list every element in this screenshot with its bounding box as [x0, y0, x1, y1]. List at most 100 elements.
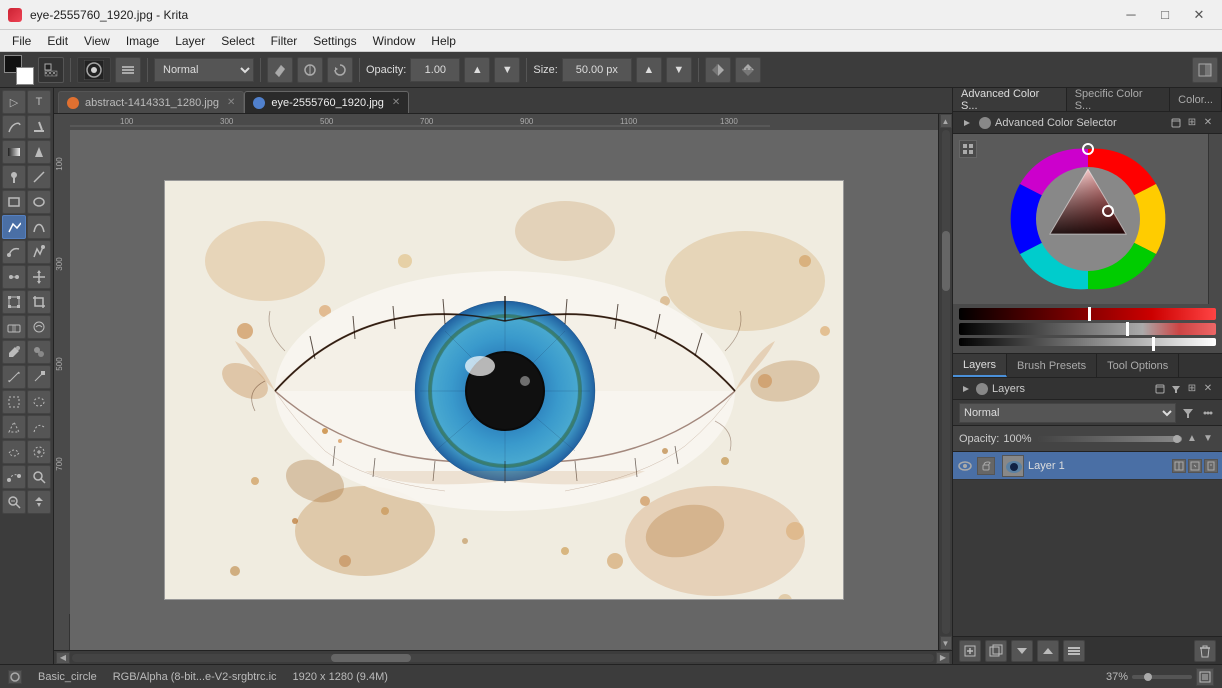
tool-select-rect[interactable]: ▷ [2, 90, 26, 114]
layers-opacity-down[interactable]: ▼ [1200, 431, 1216, 447]
eraser-button[interactable] [267, 57, 293, 83]
adv-color-collapse[interactable] [959, 115, 975, 131]
tool-select-similar[interactable] [27, 440, 51, 464]
preset-picker-button[interactable] [297, 57, 323, 83]
reset-button[interactable] [327, 57, 353, 83]
adv-color-float[interactable]: ⊞ [1184, 115, 1200, 131]
minimize-button[interactable]: ─ [1116, 5, 1146, 25]
tool-eraser[interactable] [2, 315, 26, 339]
panel-toggle-button[interactable] [1192, 57, 1218, 83]
brush-preset-preview[interactable] [77, 57, 111, 83]
tool-polyline[interactable] [2, 215, 26, 239]
vscroll-thumb[interactable] [942, 231, 950, 291]
add-layer-button[interactable] [959, 640, 981, 662]
hscroll-thumb[interactable] [331, 654, 411, 662]
close-button[interactable]: ✕ [1184, 5, 1214, 25]
layer-properties-button[interactable] [1063, 640, 1085, 662]
layers-opacity-thumb[interactable] [1173, 435, 1181, 443]
tool-multi-brush[interactable] [2, 265, 26, 289]
menu-settings[interactable]: Settings [305, 32, 364, 50]
layer-visibility[interactable] [957, 458, 973, 474]
color-grid-button[interactable] [959, 140, 977, 158]
mirror-h-button[interactable] [705, 57, 731, 83]
layers-float[interactable]: ⊞ [1184, 381, 1200, 397]
menu-select[interactable]: Select [213, 32, 262, 50]
tool-transform[interactable] [2, 290, 26, 314]
tool-dynamic-brush[interactable] [27, 240, 51, 264]
tool-brush[interactable] [2, 165, 26, 189]
tab-close-abstract[interactable]: ✕ [227, 97, 235, 108]
tool-colorize[interactable] [27, 340, 51, 364]
tool-path-edit[interactable] [27, 365, 51, 389]
vscroll-down[interactable]: ▼ [940, 636, 952, 650]
tool-line[interactable] [27, 165, 51, 189]
adv-color-close[interactable]: ✕ [1200, 115, 1216, 131]
slider-thumb-2[interactable] [1126, 322, 1129, 336]
move-layer-down-button[interactable] [1011, 640, 1033, 662]
menu-image[interactable]: Image [118, 32, 167, 50]
brush-settings-button[interactable] [115, 57, 141, 83]
layer-item[interactable]: Layer 1 [953, 452, 1222, 480]
tab-tool-options[interactable]: Tool Options [1097, 354, 1179, 377]
tool-color-picker[interactable] [2, 340, 26, 364]
size-input[interactable] [562, 58, 632, 82]
layer-action-2[interactable] [1188, 459, 1202, 473]
tool-measure[interactable] [2, 365, 26, 389]
zoom-fit-button[interactable] [1196, 668, 1214, 686]
tab-brush-presets[interactable]: Brush Presets [1007, 354, 1097, 377]
tab-layers[interactable]: Layers [953, 354, 1007, 377]
layers-filter-icon[interactable] [1168, 381, 1184, 397]
copy-layer-button[interactable] [985, 640, 1007, 662]
color-slider-3[interactable] [959, 338, 1216, 346]
color-slider-2[interactable] [959, 323, 1216, 335]
vertical-scrollbar[interactable]: ▲ ▼ [938, 114, 952, 650]
tab-eye[interactable]: eye-2555760_1920.jpg ✕ [244, 91, 409, 113]
menu-help[interactable]: Help [423, 32, 464, 50]
layers-collapse[interactable] [959, 382, 973, 396]
tool-move[interactable] [27, 265, 51, 289]
canvas-viewport[interactable] [70, 130, 938, 650]
menu-layer[interactable]: Layer [167, 32, 213, 50]
tool-select-contiguous[interactable] [2, 440, 26, 464]
hscroll-left[interactable]: ◀ [56, 652, 70, 664]
layers-opacity-bar[interactable] [1038, 436, 1183, 442]
tool-text[interactable]: T [27, 90, 51, 114]
tool-calligraphy[interactable] [27, 115, 51, 139]
mirror-v-button[interactable] [735, 57, 761, 83]
tool-zoom[interactable] [27, 465, 51, 489]
menu-filter[interactable]: Filter [263, 32, 306, 50]
color-wheel[interactable] [1008, 139, 1168, 299]
layers-close[interactable]: ✕ [1200, 381, 1216, 397]
tool-gradient[interactable] [2, 140, 26, 164]
layer-lock[interactable] [977, 457, 995, 475]
menu-window[interactable]: Window [365, 32, 424, 50]
tool-select-ellipse[interactable] [27, 390, 51, 414]
tool-fill[interactable] [27, 140, 51, 164]
vscroll-track[interactable] [942, 130, 950, 634]
color-slider-1[interactable] [959, 308, 1216, 320]
opacity-up-btn[interactable]: ▲ [464, 57, 490, 83]
tool-crop[interactable] [27, 290, 51, 314]
menu-view[interactable]: View [76, 32, 118, 50]
hscroll-track[interactable] [72, 654, 934, 662]
move-layer-up-button[interactable] [1037, 640, 1059, 662]
tab-close-eye[interactable]: ✕ [392, 97, 400, 108]
vscroll-up[interactable]: ▲ [940, 114, 952, 128]
opacity-down-btn[interactable]: ▼ [494, 57, 520, 83]
menu-edit[interactable]: Edit [39, 32, 76, 50]
color-fg-bg[interactable] [4, 55, 34, 85]
tab-advanced-color[interactable]: Advanced Color S... [953, 88, 1067, 111]
size-down-btn[interactable]: ▼ [666, 57, 692, 83]
zoom-slider[interactable] [1132, 675, 1192, 679]
tool-select-poly[interactable] [2, 415, 26, 439]
tool-freehand[interactable] [2, 115, 26, 139]
layers-blend-select[interactable]: Normal Multiply Screen [959, 403, 1176, 423]
adv-color-settings[interactable] [1168, 115, 1184, 131]
pattern-button[interactable] [38, 57, 64, 83]
tab-abstract[interactable]: abstract-1414331_1280.jpg ✕ [58, 91, 244, 113]
zoom-thumb[interactable] [1144, 673, 1152, 681]
tool-freehand-path[interactable] [2, 240, 26, 264]
background-color[interactable] [16, 67, 34, 85]
horizontal-scrollbar[interactable]: ◀ ▶ [54, 650, 952, 664]
hscroll-right[interactable]: ▶ [936, 652, 950, 664]
